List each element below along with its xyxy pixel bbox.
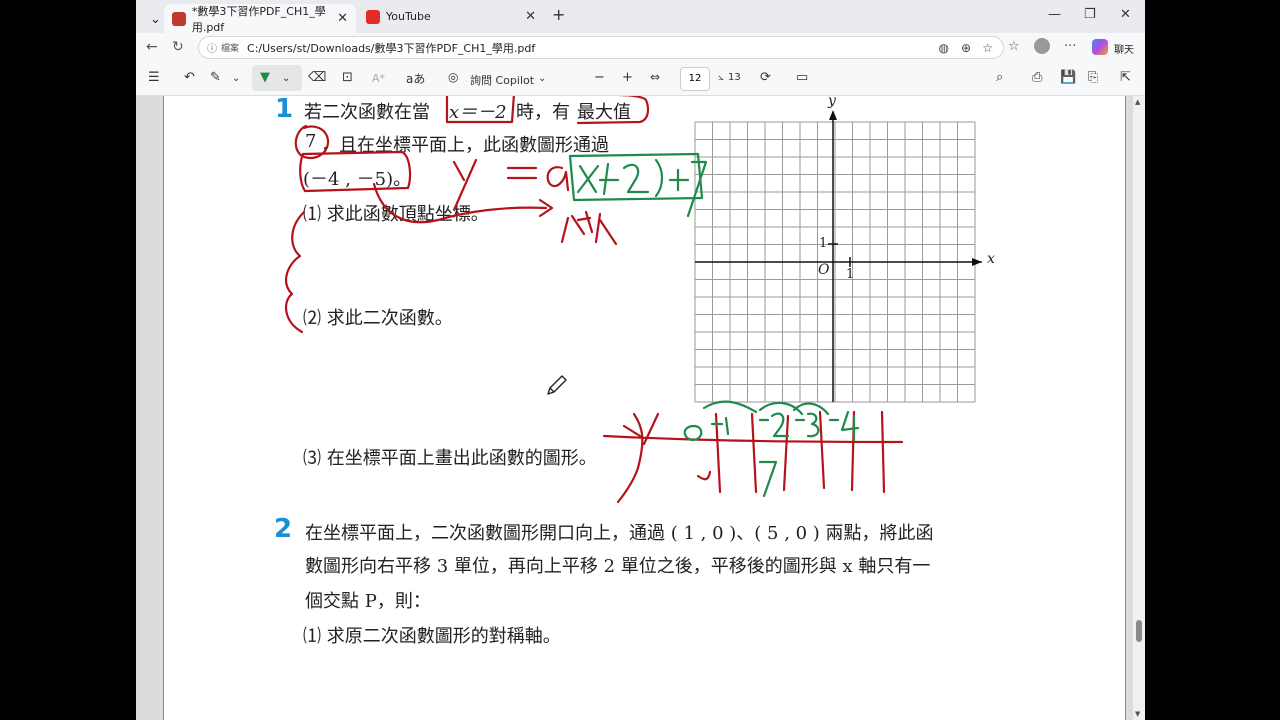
scrollbar-thumb[interactable] [1136,620,1142,642]
ask-copilot-button[interactable]: 詢問 Copilot [470,72,534,88]
pencil-cursor-icon [547,375,567,395]
page-total: 13 [728,72,741,83]
favorite-star-icon[interactable]: ☆ [982,41,993,55]
text-format-icon[interactable]: A* [372,72,385,85]
close-tab-icon[interactable]: ✕ [337,11,348,26]
browser-window: ⌄ *數學3下習作PDF_CH1_學用.pdf ✕ YouTube ✕ + — … [136,0,1145,720]
pin-toolbar-icon[interactable]: ⇱ [1120,70,1131,85]
text-box-icon[interactable]: ⊡ [342,70,353,85]
ink-num-neg4 [828,410,860,442]
ink-table-v3 [782,414,790,492]
scrollbar[interactable]: ▲ ▼ [1133,96,1145,720]
tab-actions-icon[interactable]: ⌄ [142,7,161,32]
refresh-icon[interactable]: ↻ [172,39,184,55]
ink-box-x-eq [445,96,515,124]
ink-table-7 [758,460,778,498]
youtube-icon [366,9,380,24]
ink-num-neg1 [710,416,730,436]
info-icon: ⓘ [207,44,217,55]
ink-plus [598,162,620,196]
ink-num-neg3 [794,412,820,438]
ink-paren [654,158,664,198]
back-icon[interactable]: ← [146,39,158,55]
eraser-icon[interactable]: ⌫ [308,70,326,85]
draw-icon[interactable]: ✎ [210,70,221,85]
immersive-reader-icon[interactable]: aあ [406,70,425,87]
page-view-icon[interactable]: ▭ [796,70,808,85]
save-as-icon[interactable]: ⎘ [1088,70,1098,85]
ink-bracket [284,210,306,334]
copilot-dropdown-icon[interactable]: ⌄ [538,73,546,84]
contents-icon[interactable]: ☰ [148,70,160,85]
ink-table-x1 [642,412,660,446]
new-tab-icon[interactable]: + [552,5,565,24]
ink-box-max [576,96,650,125]
ink-seven [686,160,708,218]
tab-strip: ⌄ *數學3下習作PDF_CH1_學用.pdf ✕ YouTube ✕ + — … [136,0,1145,34]
ink-table-x2 [622,424,642,438]
ink-table-v1 [714,412,722,494]
zoom-icon[interactable]: ⊕ [961,41,971,55]
ink-two [622,163,650,194]
minimize-icon[interactable]: — [1048,7,1061,22]
draw-dropdown-icon[interactable]: ⌄ [232,73,240,84]
url-text: C:/Users/st/Downloads/數學3下習作PDF_CH1_學用.p… [247,41,536,55]
ink-table-v4 [818,410,826,490]
copilot-button-icon[interactable]: ◎ [448,70,458,84]
highlighter-icon: ▼ [260,70,270,85]
ink-x [576,164,600,194]
pdf-icon [172,11,186,26]
ink-table-y2 [696,470,712,481]
close-window-icon[interactable]: ✕ [1120,7,1131,22]
pdf-viewer: 1 若二次函數在當 x＝－2 時，有 最大值 7 ，且在坐標平面上，此函數圖形通… [136,96,1145,720]
ink-a [546,166,570,192]
print-icon[interactable]: ⎙ [1032,70,1042,85]
favorites-icon[interactable]: ☆ [1008,39,1020,54]
search-icon[interactable]: ⌕ [996,70,1003,85]
tab-pdf-label: *數學3下習作PDF_CH1_學用.pdf [191,4,326,34]
save-icon[interactable]: 💾 [1060,70,1076,85]
zoom-out-icon[interactable]: − [594,70,605,85]
read-aloud-icon[interactable]: ◍ [939,41,949,55]
ink-plus2 [668,168,690,192]
pdf-page: 1 若二次函數在當 x＝－2 時，有 最大值 7 ，且在坐標平面上，此函數圖形通… [163,96,1126,720]
fit-page-icon[interactable]: ⇔ [650,70,660,84]
tab-youtube-label: YouTube [386,10,431,23]
pdf-toolbar: ☰ ↶ ✎ ⌄ ▼ ⌄ ⌫ ⊡ A* aあ ◎ 詢問 Copilot ⌄ − +… [136,62,1145,96]
scroll-up-icon[interactable]: ▲ [1135,98,1140,106]
ink-num-0 [683,424,703,442]
tab-youtube[interactable]: YouTube ✕ [358,4,544,29]
ink-num-neg2 [758,412,790,438]
ink-table-y [616,412,644,504]
scroll-down-icon[interactable]: ▼ [1135,710,1140,718]
ink-y [452,158,478,212]
page-number-input[interactable]: 12 [680,67,710,91]
more-menu-icon[interactable]: ··· [1064,39,1076,54]
restore-icon[interactable]: ❐ [1084,7,1096,22]
file-badge: 檔案 [221,44,240,54]
undo-icon[interactable]: ↶ [184,70,195,85]
ink-annotations [284,96,904,504]
zoom-in-icon[interactable]: + [622,70,633,85]
chat-label[interactable]: 聊天 [1114,41,1134,56]
highlight-dropdown-icon: ⌄ [282,73,291,84]
ink-table-v2 [750,412,758,494]
ink-arc1 [702,400,758,414]
tab-pdf[interactable]: *數學3下習作PDF_CH1_學用.pdf ✕ [164,4,356,34]
ink-table-v6 [880,410,886,494]
copilot-icon[interactable] [1092,39,1108,55]
ink-arrow-line [372,182,548,224]
rotate-icon[interactable]: ⟳ [760,70,771,85]
close-tab-icon[interactable]: ✕ [525,9,536,24]
address-bar: ← ↻ ⓘ 檔案 C:/Users/st/Downloads/數學3下習作PDF… [136,33,1145,62]
url-field[interactable]: ⓘ 檔案 C:/Users/st/Downloads/數學3下習作PDF_CH1… [198,36,1004,59]
page-total-icon: ⦣ [718,72,724,83]
ink-dairu [560,210,618,246]
ink-equals [506,166,538,180]
profile-avatar[interactable] [1034,38,1050,54]
